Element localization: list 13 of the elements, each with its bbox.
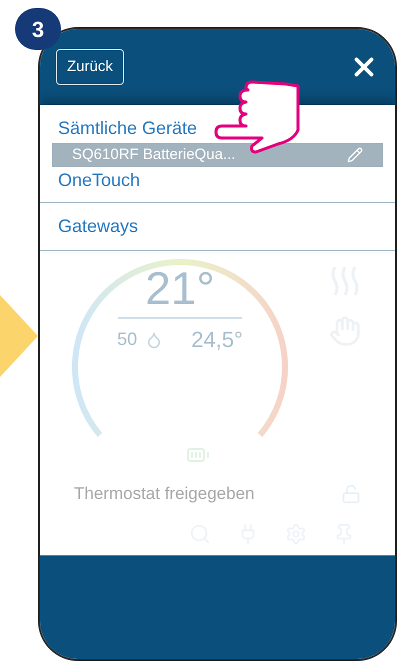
humidity-value: 50: [117, 328, 138, 351]
pencil-icon: [347, 147, 363, 163]
back-button[interactable]: Zurück: [56, 48, 124, 86]
menu-item[interactable]: Gateways: [40, 203, 395, 251]
device-title: SQ610RF BatterieQua...: [72, 144, 236, 165]
menu-item[interactable]: Sämtliche Geräte: [40, 105, 395, 143]
menu-item[interactable]: OneTouch: [40, 167, 395, 203]
lock-icon: [341, 484, 361, 504]
pointer-arrow-icon: [0, 295, 38, 377]
thermostat-status: Thermostat freigegeben: [74, 483, 254, 505]
current-temperature: 24,5°: [191, 326, 243, 354]
step-badge: 3: [15, 8, 61, 50]
set-temperature: 21°: [145, 265, 215, 311]
